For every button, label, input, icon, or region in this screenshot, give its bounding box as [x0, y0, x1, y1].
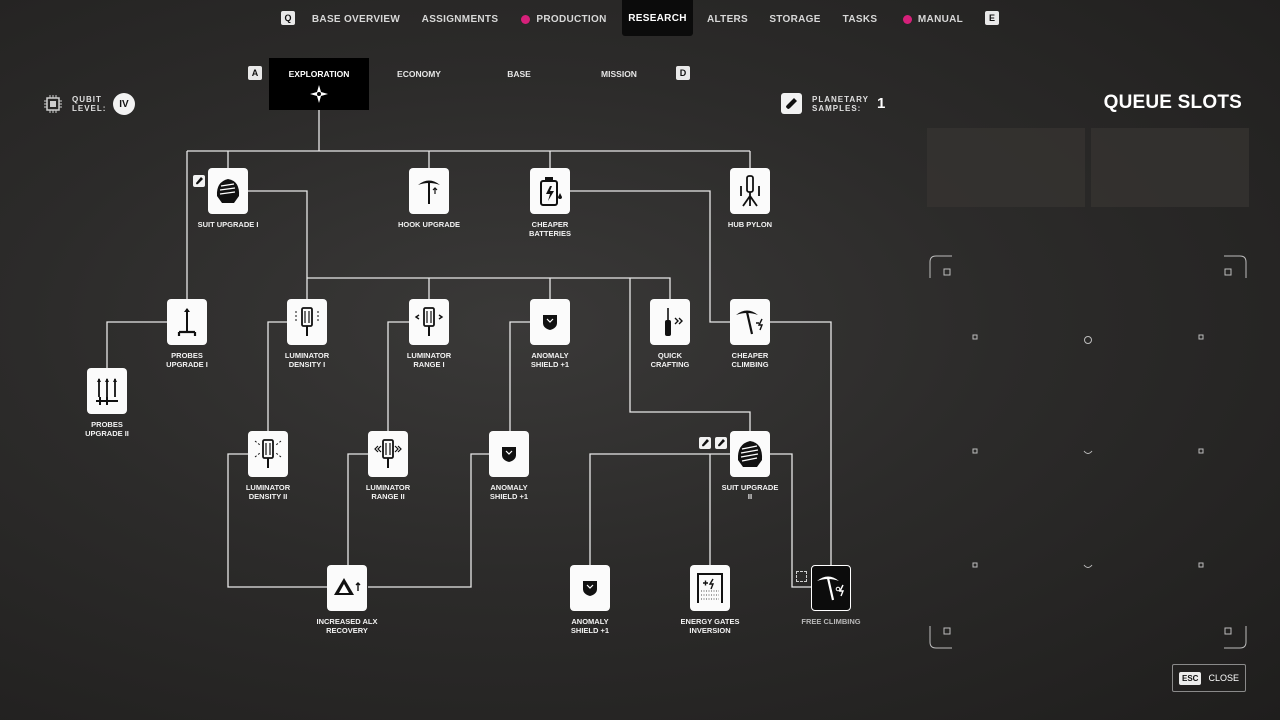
research-node-cheaper-climbing[interactable]: CHEAPER CLIMBING	[730, 299, 770, 368]
research-node-anomaly-shield-1[interactable]: ANOMALY SHIELD +1	[530, 299, 570, 368]
node-tile	[327, 565, 367, 611]
close-button[interactable]: ESC CLOSE	[1172, 664, 1246, 692]
gate-icon	[697, 573, 723, 603]
node-label: INCREASED ALX RECOVERY	[316, 617, 378, 635]
sample-cost-icon	[699, 437, 711, 449]
node-label: LUMINATOR DENSITY II	[245, 483, 291, 501]
node-label: HUB PYLON	[727, 220, 773, 229]
node-tile	[208, 168, 248, 214]
node-tile	[287, 299, 327, 345]
alx-icon	[334, 578, 361, 595]
node-tile	[248, 431, 288, 477]
node-tile	[570, 565, 610, 611]
node-tile	[87, 368, 127, 414]
esc-key-hint: ESC	[1179, 671, 1202, 685]
close-label: CLOSE	[1208, 673, 1239, 683]
battery-icon	[540, 177, 562, 206]
node-label: FREE CLIMBING	[801, 617, 861, 626]
pickaxe-icon	[817, 576, 845, 601]
queue-slot-2[interactable]	[1091, 128, 1249, 207]
node-tile	[409, 168, 449, 214]
node-label: CHEAPER CLIMBING	[731, 351, 769, 369]
research-node-luminator-range-2[interactable]: LUMINATOR RANGE II	[366, 431, 410, 500]
node-label: CHEAPER BATTERIES	[529, 220, 571, 238]
sample-cost-icon	[193, 175, 205, 187]
shield-icon	[502, 447, 516, 462]
node-tile	[730, 299, 770, 345]
pickaxe-icon	[418, 180, 440, 204]
research-node-increased-alx-recovery[interactable]: INCREASED ALX RECOVERY	[317, 565, 377, 634]
node-label: SUIT UPGRADE II	[721, 483, 779, 501]
node-label: LUMINATOR RANGE II	[365, 483, 411, 501]
luminator-icon	[374, 439, 402, 468]
node-tile	[409, 299, 449, 345]
locked-slot-icon	[796, 571, 807, 582]
research-node-anomaly-shield-3[interactable]: ANOMALY SHIELD +1	[570, 565, 610, 634]
luminator-icon	[295, 307, 319, 336]
research-node-anomaly-shield-2[interactable]: ANOMALY SHIELD +1	[489, 431, 529, 500]
node-tile	[730, 431, 770, 477]
node-label: ANOMALY SHIELD +1	[530, 351, 570, 369]
research-node-suit-upgrade-2[interactable]: SUIT UPGRADE II	[722, 431, 778, 500]
queue-slot-1[interactable]	[927, 128, 1085, 207]
luminator-icon	[254, 439, 282, 468]
node-label: ENERGY GATES INVERSION	[680, 617, 740, 635]
research-node-free-climbing[interactable]: FREE CLIMBING	[801, 565, 861, 626]
node-tile	[650, 299, 690, 345]
research-node-luminator-density-2[interactable]: LUMINATOR DENSITY II	[246, 431, 290, 500]
shield-icon	[543, 315, 557, 330]
research-node-hook-upgrade[interactable]: HOOK UPGRADE	[398, 168, 460, 229]
node-tile	[167, 299, 207, 345]
node-label: PROBES UPGRADE II	[85, 420, 129, 438]
node-label: ANOMALY SHIELD +1	[489, 483, 529, 501]
node-label: ANOMALY SHIELD +1	[570, 617, 610, 635]
node-tile	[690, 565, 730, 611]
sample-cost-icon	[715, 437, 727, 449]
luminator-icon	[414, 307, 444, 336]
probe-icon	[177, 308, 197, 336]
node-label: LUMINATOR DENSITY I	[284, 351, 330, 369]
research-node-suit-upgrade-1[interactable]: SUIT UPGRADE I	[198, 168, 258, 229]
pickaxe-icon	[736, 310, 764, 335]
research-node-probes-upgrade-2[interactable]: PROBES UPGRADE II	[85, 368, 129, 437]
research-node-luminator-density-1[interactable]: LUMINATOR DENSITY I	[285, 299, 329, 368]
research-node-cheaper-batteries[interactable]: CHEAPER BATTERIES	[529, 168, 571, 237]
node-tile	[730, 168, 770, 214]
research-node-probes-upgrade-1[interactable]: PROBES UPGRADE I	[166, 299, 208, 368]
node-label: PROBES UPGRADE I	[166, 351, 208, 369]
node-tile	[530, 299, 570, 345]
pylon-icon	[740, 175, 760, 207]
suit-icon	[737, 441, 763, 467]
node-label: HOOK UPGRADE	[397, 220, 461, 229]
node-tile-locked	[811, 565, 851, 611]
probes-icon	[96, 378, 118, 405]
queue-slots-title: QUEUE SLOTS	[1103, 92, 1242, 113]
node-tile	[489, 431, 529, 477]
screwdriver-icon	[665, 308, 683, 336]
research-node-luminator-range-1[interactable]: LUMINATOR RANGE I	[407, 299, 451, 368]
node-tile	[530, 168, 570, 214]
research-node-hub-pylon[interactable]: HUB PYLON	[728, 168, 772, 229]
node-tile	[368, 431, 408, 477]
shield-icon	[583, 581, 597, 596]
node-label: SUIT UPGRADE I	[197, 220, 259, 229]
research-node-quick-crafting[interactable]: QUICK CRAFTING	[650, 299, 690, 368]
queue-frame-decoration	[929, 255, 1247, 649]
node-label: LUMINATOR RANGE I	[406, 351, 452, 369]
research-node-energy-gates-inversion[interactable]: ENERGY GATES INVERSION	[681, 565, 739, 634]
suit-icon	[216, 179, 240, 203]
